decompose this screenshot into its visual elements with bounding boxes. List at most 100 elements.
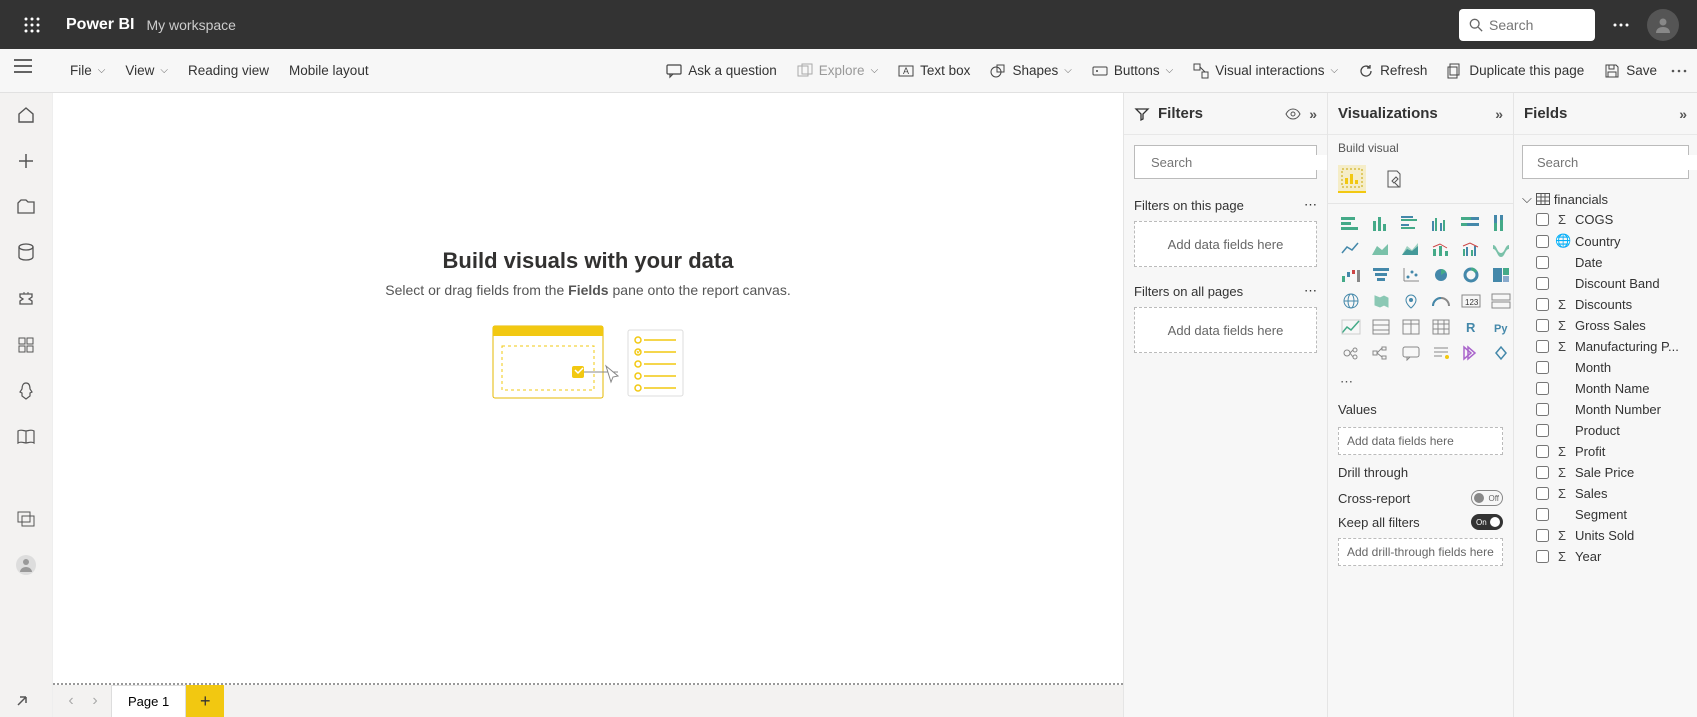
viz-donut[interactable] — [1458, 264, 1484, 286]
view-menu[interactable]: View⌵ — [115, 57, 178, 84]
field-item[interactable]: ΣYear — [1514, 546, 1697, 567]
field-checkbox[interactable] — [1536, 277, 1549, 290]
viz-clustered-column[interactable] — [1428, 212, 1454, 234]
filters-search-input[interactable] — [1151, 155, 1327, 170]
more-icon[interactable]: ⋯ — [1304, 283, 1317, 299]
viz-powerapps[interactable] — [1488, 342, 1514, 364]
field-checkbox[interactable] — [1536, 508, 1549, 521]
field-checkbox[interactable] — [1536, 424, 1549, 437]
expand-icon[interactable] — [14, 693, 30, 709]
workspaces-icon[interactable] — [14, 507, 38, 531]
global-search[interactable] — [1459, 9, 1595, 41]
filters-all-drop[interactable]: Add data fields here — [1134, 307, 1317, 353]
viz-azure-map[interactable] — [1398, 290, 1424, 312]
viz-ribbon[interactable] — [1488, 238, 1514, 260]
field-checkbox[interactable] — [1536, 550, 1549, 563]
viz-filled-map[interactable] — [1368, 290, 1394, 312]
collapse-icon[interactable]: » — [1495, 106, 1503, 122]
nav-toggle-icon[interactable] — [14, 59, 32, 73]
field-checkbox[interactable] — [1536, 466, 1549, 479]
filters-search[interactable] — [1134, 145, 1317, 179]
metrics-icon[interactable] — [14, 287, 38, 311]
viz-treemap[interactable] — [1488, 264, 1514, 286]
viz-pie[interactable] — [1428, 264, 1454, 286]
create-icon[interactable] — [14, 149, 38, 173]
field-checkbox[interactable] — [1536, 235, 1549, 248]
viz-card[interactable]: 123 — [1458, 290, 1484, 312]
field-item[interactable]: ΣUnits Sold — [1514, 525, 1697, 546]
viz-more-icon[interactable]: ⋯ — [1328, 372, 1513, 396]
buttons-button[interactable]: Buttons⌵ — [1082, 57, 1183, 85]
viz-decomposition[interactable] — [1368, 342, 1394, 364]
viz-map[interactable] — [1338, 290, 1364, 312]
save-button[interactable]: Save — [1594, 57, 1667, 85]
field-item[interactable]: ΣProfit — [1514, 441, 1697, 462]
visual-interactions-button[interactable]: Visual interactions⌵ — [1183, 57, 1348, 85]
field-checkbox[interactable] — [1536, 213, 1549, 226]
collapse-icon[interactable]: » — [1679, 106, 1687, 122]
deployment-icon[interactable] — [14, 379, 38, 403]
viz-line[interactable] — [1338, 238, 1364, 260]
reading-view-button[interactable]: Reading view — [178, 57, 279, 84]
tab-next-icon[interactable]: › — [83, 685, 107, 717]
my-workspace-icon[interactable] — [14, 553, 38, 577]
field-checkbox[interactable] — [1536, 319, 1549, 332]
collapse-icon[interactable]: » — [1309, 106, 1317, 122]
global-search-input[interactable] — [1489, 17, 1579, 33]
field-item[interactable]: Date — [1514, 252, 1697, 273]
viz-stacked-area[interactable] — [1398, 238, 1424, 260]
viz-gauge[interactable] — [1428, 290, 1454, 312]
field-item[interactable]: ΣCOGS — [1514, 209, 1697, 230]
viz-paginated[interactable] — [1458, 342, 1484, 364]
viz-scatter[interactable] — [1398, 264, 1424, 286]
page-tab[interactable]: Page 1 — [111, 685, 186, 717]
field-checkbox[interactable] — [1536, 403, 1549, 416]
field-checkbox[interactable] — [1536, 361, 1549, 374]
viz-smart-narrative[interactable] — [1428, 342, 1454, 364]
field-checkbox[interactable] — [1536, 445, 1549, 458]
field-item[interactable]: ΣSales — [1514, 483, 1697, 504]
field-item[interactable]: Month — [1514, 357, 1697, 378]
viz-line-stacked[interactable] — [1428, 238, 1454, 260]
field-checkbox[interactable] — [1536, 298, 1549, 311]
viz-100-bar[interactable] — [1458, 212, 1484, 234]
filters-page-drop[interactable]: Add data fields here — [1134, 221, 1317, 267]
field-checkbox[interactable] — [1536, 529, 1549, 542]
field-item[interactable]: ΣManufacturing P... — [1514, 336, 1697, 357]
more-icon[interactable]: ⋯ — [1304, 197, 1317, 213]
learn-icon[interactable] — [14, 425, 38, 449]
fields-table-header[interactable]: ⌵ financials — [1514, 189, 1697, 209]
refresh-button[interactable]: Refresh — [1348, 57, 1437, 85]
home-icon[interactable] — [14, 103, 38, 127]
report-canvas[interactable]: Build visuals with your data Select or d… — [53, 93, 1123, 685]
field-item[interactable]: Discount Band — [1514, 273, 1697, 294]
duplicate-page-button[interactable]: Duplicate this page — [1437, 57, 1594, 85]
data-hub-icon[interactable] — [14, 241, 38, 265]
viz-multirow-card[interactable] — [1488, 290, 1514, 312]
app-launcher-icon[interactable] — [18, 11, 46, 39]
file-menu[interactable]: File⌵ — [60, 57, 115, 84]
viz-waterfall[interactable] — [1338, 264, 1364, 286]
viz-clustered-bar[interactable] — [1398, 212, 1424, 234]
build-visual-mode[interactable] — [1338, 165, 1366, 193]
add-page-button[interactable]: + — [186, 685, 224, 717]
tab-prev-icon[interactable]: ‹ — [59, 685, 83, 717]
apps-icon[interactable] — [14, 333, 38, 357]
browse-icon[interactable] — [14, 195, 38, 219]
viz-funnel[interactable] — [1368, 264, 1394, 286]
explore-button[interactable]: Explore⌵ — [787, 57, 888, 85]
field-checkbox[interactable] — [1536, 256, 1549, 269]
field-item[interactable]: ΣGross Sales — [1514, 315, 1697, 336]
viz-stacked-bar[interactable] — [1338, 212, 1364, 234]
field-item[interactable]: Month Name — [1514, 378, 1697, 399]
field-item[interactable]: ΣSale Price — [1514, 462, 1697, 483]
viz-qna[interactable] — [1398, 342, 1424, 364]
keep-filters-toggle[interactable]: On — [1471, 514, 1503, 530]
field-item[interactable]: Month Number — [1514, 399, 1697, 420]
field-item[interactable]: 🌐Country — [1514, 230, 1697, 252]
shapes-button[interactable]: Shapes⌵ — [980, 57, 1081, 85]
fields-search-input[interactable] — [1537, 155, 1697, 170]
viz-key-influencers[interactable] — [1338, 342, 1364, 364]
field-checkbox[interactable] — [1536, 487, 1549, 500]
viz-stacked-column[interactable] — [1368, 212, 1394, 234]
